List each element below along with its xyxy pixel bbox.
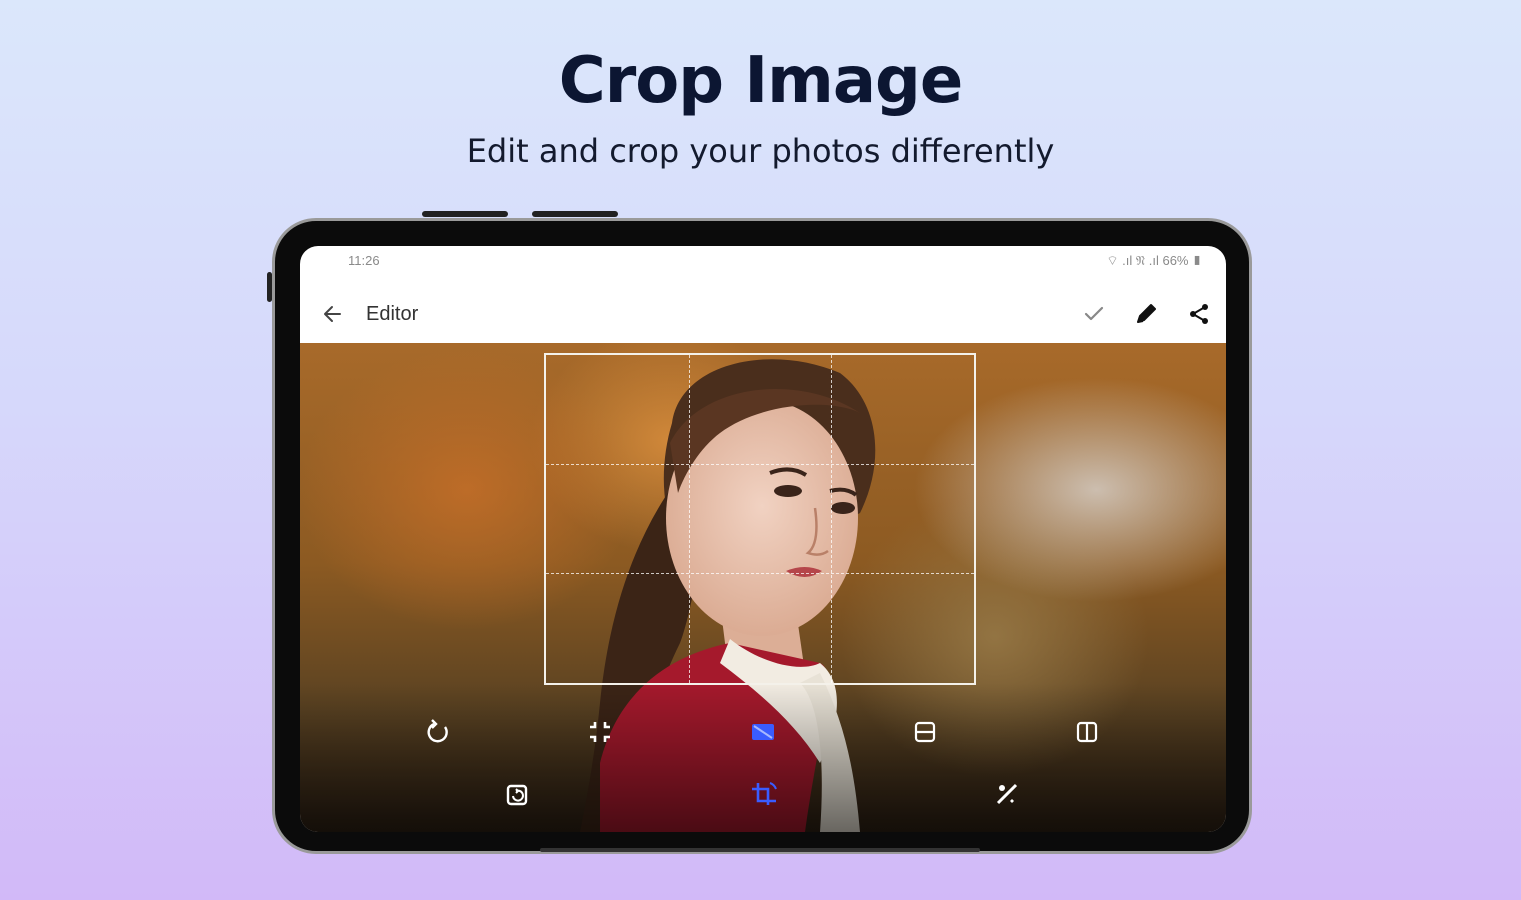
status-bar: 11:26 ⌔ .ıl 𝔑 .ıl 66% ▮ — [300, 246, 1226, 276]
crop-gridline — [546, 464, 974, 466]
rotate-image-icon[interactable] — [500, 777, 534, 811]
pencil-icon[interactable] — [1132, 300, 1160, 328]
crop-gridline — [688, 355, 690, 683]
check-icon[interactable] — [1080, 300, 1108, 328]
crop-gridline — [546, 573, 974, 575]
flip-horizontal-icon[interactable] — [1070, 715, 1104, 749]
crop-gridline — [831, 355, 833, 683]
status-icons: ⌔ .ıl 𝔑 .ıl 66% ▮ — [1106, 253, 1202, 268]
device-screen: 11:26 ⌔ .ıl 𝔑 .ıl 66% ▮ Editor — [300, 246, 1226, 832]
share-icon[interactable] — [1185, 300, 1213, 328]
arrow-left-icon[interactable] — [318, 300, 346, 328]
promo-title: Crop Image — [558, 44, 964, 118]
app-bar: Editor — [300, 286, 1226, 342]
status-time: 11:26 — [348, 253, 380, 268]
power-button — [532, 211, 618, 217]
promo-subtitle: Edit and crop your photos differently — [466, 132, 1055, 170]
home-indicator — [540, 848, 980, 852]
volume-button — [422, 211, 508, 217]
aspect-ratio-icon[interactable] — [746, 715, 780, 749]
rotate-icon[interactable] — [421, 715, 455, 749]
straighten-icon[interactable] — [990, 777, 1024, 811]
crop-frame[interactable] — [544, 353, 976, 685]
crop-rotate-icon[interactable] — [746, 777, 780, 811]
flip-vertical-icon[interactable] — [908, 715, 942, 749]
fit-icon[interactable] — [583, 715, 617, 749]
photo-canvas[interactable] — [300, 343, 1226, 832]
app-title: Editor — [366, 303, 419, 325]
